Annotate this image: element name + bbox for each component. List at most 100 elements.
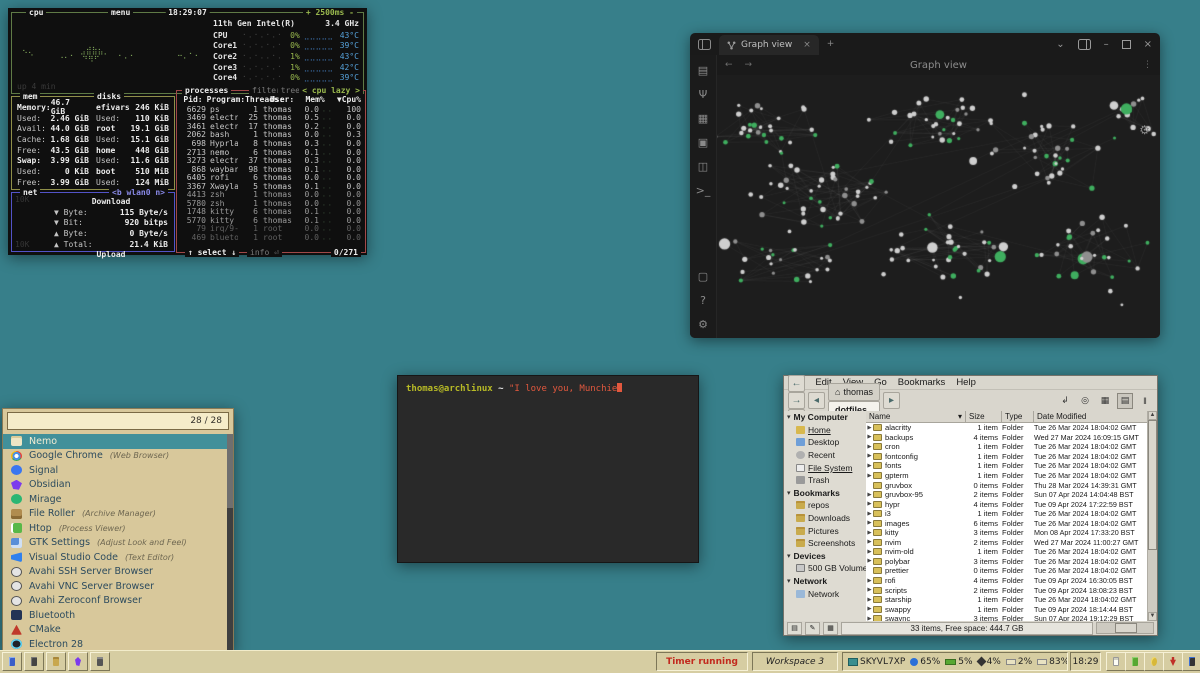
- process-column-header[interactable]: Threads:: [245, 95, 265, 104]
- scroll-down-icon[interactable]: ▼: [1148, 612, 1157, 621]
- expander-icon[interactable]: ▶: [866, 578, 873, 584]
- menu-bookmarks[interactable]: Bookmarks: [898, 377, 946, 388]
- expander-icon[interactable]: ▶: [866, 520, 873, 526]
- expander-icon[interactable]: ▶: [866, 444, 873, 450]
- expander-icon[interactable]: ▶: [866, 587, 873, 593]
- editor-tray-button[interactable]: [1125, 652, 1145, 671]
- launcher-item-avahi-zeroconf-browser[interactable]: Avahi Zeroconf Browser: [3, 594, 227, 609]
- layout-icon[interactable]: [1078, 39, 1091, 50]
- notes-tray-button[interactable]: [1106, 652, 1126, 671]
- process-column-header[interactable]: Mem%: [305, 95, 324, 104]
- process-row[interactable]: 2062bash1thomas0.0⠄⠄0.3: [181, 131, 361, 140]
- file-row-swaync[interactable]: ▶swaync3 itemsFolderSun 07 Apr 2024 19:1…: [866, 614, 1148, 621]
- expand-arrow-icon[interactable]: ▾: [787, 489, 791, 497]
- expander-icon[interactable]: ▶: [866, 511, 873, 517]
- sidebar-item-my-computer[interactable]: ▾My Computer: [784, 411, 866, 424]
- expander-icon[interactable]: ▶: [866, 473, 873, 479]
- launcher-item-google-chrome[interactable]: Google Chrome(Web Browser): [3, 449, 227, 464]
- process-row[interactable]: 3469electron25thomas0.5⠄⠄0.0: [181, 114, 361, 123]
- search-icon[interactable]: ◎: [1077, 393, 1093, 409]
- process-row[interactable]: 3367Xwayland5thomas0.1⠄⠄0.0: [181, 182, 361, 191]
- expander-icon[interactable]: ▶: [866, 425, 873, 431]
- icon-view-icon[interactable]: ▦: [1097, 393, 1113, 409]
- process-row[interactable]: 1748kitty6thomas0.1⠄⠄0.0: [181, 208, 361, 217]
- expander-icon[interactable]: ▶: [866, 549, 873, 555]
- file-row-nvim-old[interactable]: ▶nvim-old1 itemFolderTue 26 Mar 2024 18:…: [866, 547, 1148, 557]
- settings-icon[interactable]: ⚙: [698, 319, 708, 330]
- sidebar-item-trash[interactable]: Trash: [784, 474, 866, 487]
- more-options-icon[interactable]: ⋮: [1143, 60, 1152, 70]
- sidebar-item-screenshots[interactable]: Screenshots: [784, 537, 866, 550]
- split-view-icon[interactable]: ‖: [1137, 393, 1153, 409]
- expand-arrow-icon[interactable]: ▾: [787, 413, 791, 421]
- expander-icon[interactable]: ▶: [866, 539, 873, 545]
- tray-gauge[interactable]: 83%: [1037, 657, 1068, 667]
- process-row[interactable]: 79irq/9-acpi1root0.0⠄⠄0.0: [181, 225, 361, 234]
- timer-status[interactable]: Timer running: [656, 652, 748, 671]
- minimize-icon[interactable]: –: [1104, 39, 1109, 50]
- folder-launcher-button[interactable]: [46, 652, 66, 671]
- launcher-item-avahi-vnc-server-browser[interactable]: Avahi VNC Server Browser: [3, 579, 227, 594]
- file-list-scrollbar[interactable]: ▲ ▼: [1147, 411, 1157, 621]
- file-row-i3[interactable]: ▶i31 itemFolderTue 26 Mar 2024 18:04:02 …: [866, 509, 1148, 519]
- btop-interval[interactable]: + 2500ms -: [303, 8, 357, 17]
- column-date-modified[interactable]: Date Modified: [1034, 411, 1148, 423]
- expander-icon[interactable]: ▶: [866, 492, 873, 498]
- process-row[interactable]: 698Hyprland8thomas0.3⠄⠄0.0: [181, 139, 361, 148]
- sidebar-item-network[interactable]: ▾Network: [784, 575, 866, 588]
- column-size[interactable]: Size: [966, 411, 1002, 423]
- expander-icon[interactable]: ▶: [866, 501, 873, 507]
- process-column-header[interactable]: ▼Cpu%: [325, 95, 361, 104]
- back-icon[interactable]: ←: [725, 60, 733, 70]
- canvas-icon[interactable]: ▦: [698, 113, 708, 124]
- column-type[interactable]: Type: [1002, 411, 1034, 423]
- expand-arrow-icon[interactable]: ▾: [787, 552, 791, 560]
- process-row[interactable]: 868waybar98thomas0.1⠄⠄0.0: [181, 165, 361, 174]
- launcher-item-gtk-settings[interactable]: GTK Settings(Adjust Look and Feel): [3, 536, 227, 551]
- vault-icon[interactable]: ▢: [698, 271, 708, 282]
- expand-arrow-icon[interactable]: ▾: [787, 577, 791, 585]
- forward-button[interactable]: →: [788, 392, 805, 409]
- sidebar-item-pictures[interactable]: Pictures: [784, 524, 866, 537]
- process-row[interactable]: 4413zsh1thomas0.0⠄⠄0.0: [181, 190, 361, 199]
- graph-canvas[interactable]: [717, 75, 1160, 318]
- download-tray-button[interactable]: [1163, 652, 1183, 671]
- launcher-item-mirage[interactable]: Mirage: [3, 492, 227, 507]
- expander-icon[interactable]: ▶: [866, 434, 873, 440]
- side-pane-button[interactable]: ▦: [823, 622, 838, 635]
- keys-tray-button[interactable]: [1144, 652, 1164, 671]
- process-column-header[interactable]: Pid:: [181, 95, 203, 104]
- menu-help[interactable]: Help: [956, 377, 976, 388]
- file-row-polybar[interactable]: ▶polybar3 itemsFolderTue 26 Mar 2024 18:…: [866, 557, 1148, 567]
- expander-icon[interactable]: ▶: [866, 453, 873, 459]
- launcher-item-signal[interactable]: Signal: [3, 463, 227, 478]
- launcher-item-htop[interactable]: Htop(Process Viewer): [3, 521, 227, 536]
- sidebar-item-500-gb-volume[interactable]: 500 GB Volume: [784, 562, 866, 575]
- launcher-item-visual-studio-code[interactable]: Visual Studio Code(Text Editor): [3, 550, 227, 565]
- horizontal-scrollbar[interactable]: [1096, 622, 1154, 634]
- scroll-up-icon[interactable]: ▲: [1148, 411, 1157, 420]
- file-row-kitty[interactable]: ▶kitty3 itemsFolderMon 08 Apr 2024 17:33…: [866, 528, 1148, 538]
- scrollbar-thumb[interactable]: [1148, 420, 1157, 550]
- cpu-box-tag[interactable]: cpu: [26, 8, 46, 17]
- processes-box-tag[interactable]: processes: [182, 86, 231, 95]
- maximize-icon[interactable]: [1122, 40, 1131, 49]
- launcher-search-input[interactable]: 28 / 28: [7, 412, 229, 430]
- launcher-item-avahi-ssh-server-browser[interactable]: Avahi SSH Server Browser: [3, 565, 227, 580]
- sidebar-item-home[interactable]: Home: [784, 424, 866, 437]
- graph-icon[interactable]: Ψ: [699, 89, 708, 100]
- chevron-down-icon[interactable]: ⌄: [1056, 39, 1064, 50]
- sidebar-item-file-system[interactable]: File System: [784, 461, 866, 474]
- launcher-item-obsidian[interactable]: Obsidian: [3, 478, 227, 493]
- tray-bluetooth[interactable]: 65%: [910, 657, 940, 667]
- tray-battery[interactable]: 5%: [945, 657, 972, 667]
- process-row[interactable]: 6405rofi6thomas0.0⠄⠄0.0: [181, 173, 361, 182]
- terminal-launcher-button[interactable]: [24, 652, 44, 671]
- sort-tag[interactable]: < cpu lazy >: [299, 86, 363, 95]
- sidebar-item-repos[interactable]: repos: [784, 499, 866, 512]
- menu-tag[interactable]: menu: [108, 8, 133, 17]
- file-row-nvim[interactable]: ▶nvim2 itemsFolderWed 27 Mar 2024 11:00:…: [866, 538, 1148, 548]
- expander-icon[interactable]: ▶: [866, 597, 873, 603]
- files-icon[interactable]: ▤: [698, 65, 708, 76]
- trash-launcher-button[interactable]: [90, 652, 110, 671]
